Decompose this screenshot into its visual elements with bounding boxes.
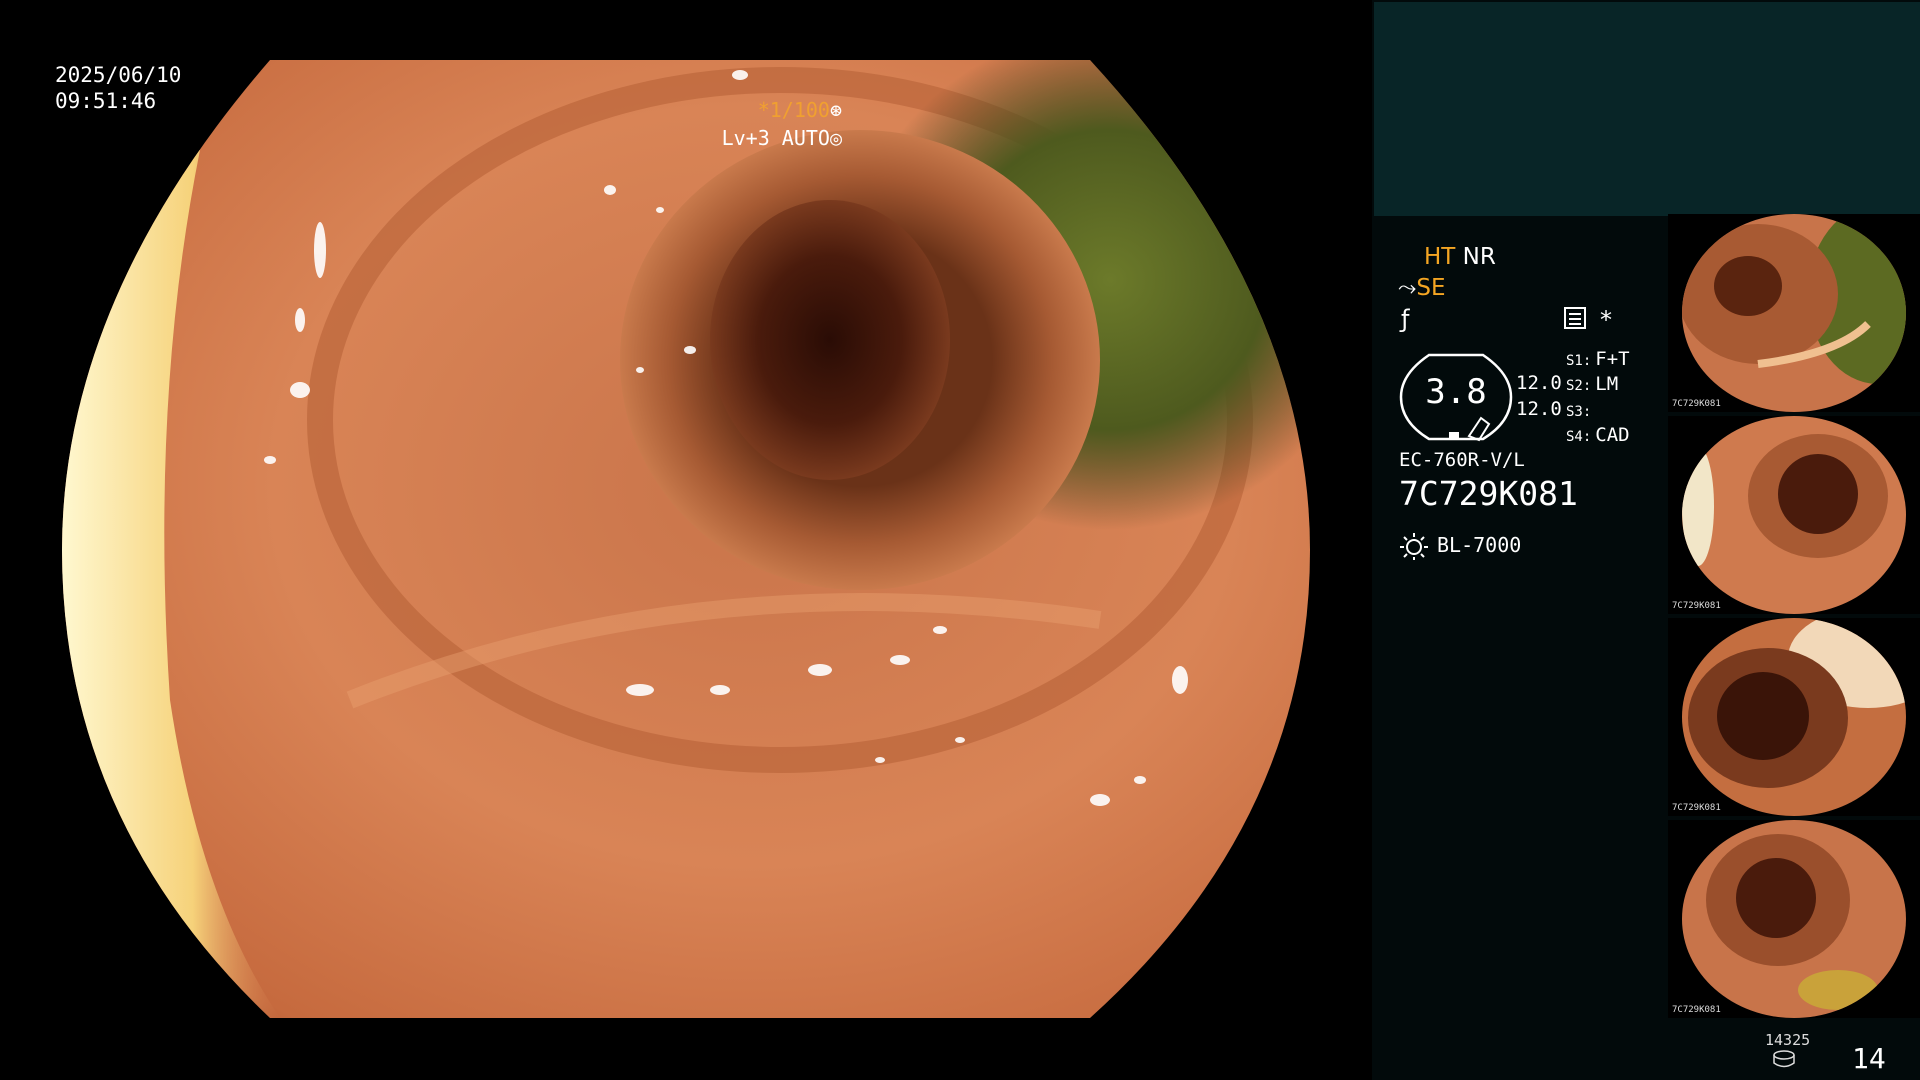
thumbnail-label: 7C729K081: [1672, 399, 1721, 409]
parameter-value-1: 12.0: [1516, 372, 1562, 394]
menu-mode-icon: [1564, 307, 1586, 329]
switch-s3: S3:: [1566, 399, 1595, 421]
brightness-level-indicator: Lv+3 AUTO◎: [722, 126, 842, 150]
scope-serial-number: 7C729K081: [1399, 474, 1578, 513]
date-text: 2025/06/10: [55, 63, 182, 87]
scope-model: EC-760R-V/L: [1399, 449, 1525, 471]
f-mode-icon: ƒ: [1401, 305, 1410, 333]
structure-enhance-icon: ⤳: [1398, 275, 1417, 301]
storage-icon: [1773, 1050, 1795, 1068]
switch-s1: S1: F+T: [1566, 348, 1630, 370]
enhancement-status: HT NR: [1424, 244, 1496, 270]
thumbnail-label: 7C729K081: [1672, 1005, 1721, 1015]
panel-header-area: [1374, 2, 1920, 216]
auto-iris-icon: ◎: [829, 126, 842, 150]
time-text: 09:51:46: [55, 89, 157, 113]
light-source-model: BL-7000: [1437, 533, 1522, 557]
dial-value: 3.8: [1425, 372, 1487, 412]
datetime-display: 2025/06/10 09:51:46: [55, 62, 181, 114]
s4-value: CAD: [1595, 424, 1630, 446]
shutter-icon: ⊛: [829, 98, 842, 122]
s1-value: F+T: [1595, 348, 1630, 370]
s2-key: S2:: [1566, 378, 1592, 394]
capture-thumbnail[interactable]: 7C729K081: [1668, 416, 1920, 614]
switch-s4: S4: CAD: [1566, 424, 1630, 446]
endoscope-live-view: 2025/06/10 09:51:46 *1/100⊛ Lv+3 AUTO◎: [0, 0, 1372, 1080]
asterisk-mark: *: [1600, 306, 1612, 334]
level-text: Lv+3 AUTO: [721, 126, 830, 150]
se-label: SE: [1416, 275, 1446, 301]
endoscope-image: [62, 60, 1310, 1018]
s4-key: S4:: [1566, 429, 1592, 445]
shutter-indicator: *1/100⊛: [758, 98, 842, 122]
switch-s2: S2: LM: [1566, 373, 1618, 395]
structure-enhance-row: ⤳SE: [1398, 275, 1446, 301]
capture-thumbnail[interactable]: 7C729K081: [1668, 618, 1920, 816]
thumbnail-label: 7C729K081: [1672, 601, 1721, 611]
thumbnail-image: [1682, 416, 1906, 614]
parameter-value-2: 12.0: [1516, 398, 1562, 420]
shutter-speed-text: *1/100: [757, 98, 830, 122]
capture-thumbnail[interactable]: 7C729K081: [1668, 214, 1920, 412]
thumbnail-image: [1682, 618, 1906, 816]
s1-key: S1:: [1566, 353, 1592, 369]
ht-label: HT: [1424, 244, 1456, 270]
image-total-count: 14325: [1765, 1031, 1811, 1049]
image-count: 14: [1852, 1042, 1886, 1075]
s2-value: LM: [1595, 373, 1619, 395]
thumbnail-label: 7C729K081: [1672, 803, 1721, 813]
thumbnail-image: [1682, 214, 1906, 412]
capture-thumbnail[interactable]: 7C729K081: [1668, 820, 1920, 1018]
s3-key: S3:: [1566, 404, 1592, 420]
light-source-icon: [1400, 533, 1428, 560]
thumbnail-image: [1682, 820, 1906, 1018]
nr-label: NR: [1462, 244, 1496, 270]
